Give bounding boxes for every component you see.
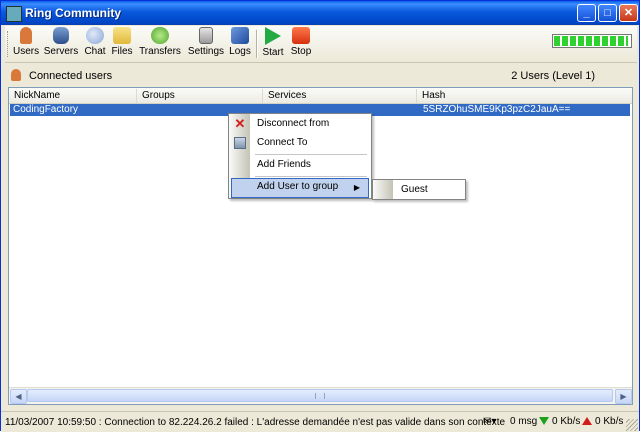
logs-icon	[231, 27, 249, 44]
message-count: 0 msg	[510, 416, 538, 427]
application-window: Ring Community _ □ ✕ Users Servers Chat …	[0, 0, 640, 432]
scrollbar-grip-icon	[315, 393, 325, 399]
toolbar-servers-label: Servers	[43, 46, 79, 57]
menu-item-label: Connect To	[257, 137, 308, 148]
stop-icon	[292, 27, 310, 44]
transfers-icon	[151, 27, 169, 44]
submenu-arrow-icon: ▶	[353, 183, 360, 192]
chat-icon	[86, 27, 104, 44]
user-icon	[11, 69, 21, 81]
status-message: 11/03/2007 10:59:50 : Connection to 82.2…	[5, 417, 506, 428]
menu-separator	[255, 154, 367, 155]
minimize-button[interactable]: _	[577, 4, 596, 22]
group-submenu: Guest	[372, 179, 466, 200]
download-icon	[539, 416, 549, 427]
window-title: Ring Community	[25, 6, 121, 20]
column-header-services[interactable]: Services	[263, 89, 417, 103]
maximize-button[interactable]: □	[598, 4, 617, 22]
column-header-row: NickName Groups Services Hash	[9, 88, 632, 104]
toolbar-stop-button[interactable]: Stop	[289, 27, 313, 61]
toolbar-chat-label: Chat	[84, 46, 106, 57]
column-header-hash[interactable]: Hash	[417, 89, 632, 103]
servers-icon	[53, 27, 69, 44]
upload-rate: 0 Kb/s	[595, 416, 624, 427]
users-count-label: 2 Users (Level 1)	[511, 70, 595, 82]
submenu-item-guest[interactable]: Guest	[401, 184, 428, 195]
toolbar-stop-label: Stop	[290, 46, 312, 57]
users-icon	[20, 27, 32, 44]
disconnect-icon: ✕	[234, 116, 246, 131]
submenu-icon-strip	[373, 180, 393, 199]
toolbar-users-label: Users	[13, 46, 40, 57]
toolbar-files-button[interactable]: Files	[111, 27, 133, 61]
menu-item-disconnect-from[interactable]: ✕ Disconnect from	[231, 115, 369, 135]
menu-item-connect-to[interactable]: Connect To	[231, 134, 369, 154]
toolbar-chat-button[interactable]: Chat	[83, 27, 107, 61]
toolbar-transfers-button[interactable]: Transfers	[137, 27, 183, 61]
toolbar-files-label: Files	[111, 46, 133, 57]
toolbar-users-button[interactable]: Users	[13, 27, 39, 61]
toolbar-servers-button[interactable]: Servers	[43, 27, 79, 61]
column-header-groups[interactable]: Groups	[137, 89, 263, 103]
download-rate: 0 Kb/s	[552, 416, 581, 427]
menu-item-label: Disconnect from	[257, 118, 330, 129]
menu-item-label: Add Friends	[257, 159, 311, 170]
toolbar-separator	[256, 30, 258, 58]
close-button[interactable]: ✕	[619, 4, 638, 22]
cell-nickname: CodingFactory	[13, 104, 79, 115]
toolbar-settings-label: Settings	[187, 46, 225, 57]
title-bar[interactable]: Ring Community _ □ ✕	[1, 1, 639, 25]
app-icon	[6, 6, 22, 22]
cell-hash: 5SRZOhuSME9Kp3pzC2JauA==	[423, 104, 571, 115]
toolbar-start-button[interactable]: Start	[261, 27, 285, 61]
toolbar-logs-button[interactable]: Logs	[228, 27, 252, 61]
messages-icon[interactable]: ✉▾	[483, 416, 496, 427]
toolbar-logs-label: Logs	[229, 46, 251, 57]
status-bar: 11/03/2007 10:59:50 : Connection to 82.2…	[1, 411, 639, 432]
scroll-right-icon[interactable]: ▶	[615, 389, 632, 404]
resize-grip[interactable]	[626, 419, 638, 431]
toolbar-start-label: Start	[262, 47, 284, 58]
settings-icon	[199, 27, 213, 44]
connect-icon	[234, 137, 246, 149]
horizontal-scrollbar[interactable]: ◀ ▶	[9, 387, 632, 404]
toolbar-transfers-label: Transfers	[139, 46, 181, 57]
column-header-nickname[interactable]: NickName	[9, 89, 137, 103]
menu-item-add-user-to-group[interactable]: Add User to group ▶	[231, 178, 369, 198]
menu-separator	[255, 176, 367, 177]
context-menu: ✕ Disconnect from Connect To Add Friends…	[228, 113, 372, 199]
connection-progress-bar	[552, 34, 632, 48]
start-icon	[265, 27, 281, 45]
files-icon	[113, 27, 131, 44]
upload-icon	[582, 416, 592, 427]
toolbar: Users Servers Chat Files Transfers Setti…	[5, 26, 637, 63]
scroll-left-icon[interactable]: ◀	[10, 389, 27, 404]
connection-progress-fill	[554, 36, 629, 46]
menu-item-add-friends[interactable]: Add Friends	[231, 156, 369, 176]
toolbar-grip[interactable]	[7, 31, 10, 57]
menu-item-label: Add User to group	[257, 181, 339, 192]
scrollbar-thumb[interactable]	[27, 389, 613, 402]
users-panel-header: Connected users 2 Users (Level 1)	[5, 67, 637, 85]
toolbar-settings-button[interactable]: Settings	[186, 27, 226, 61]
panel-title: Connected users	[29, 70, 113, 82]
